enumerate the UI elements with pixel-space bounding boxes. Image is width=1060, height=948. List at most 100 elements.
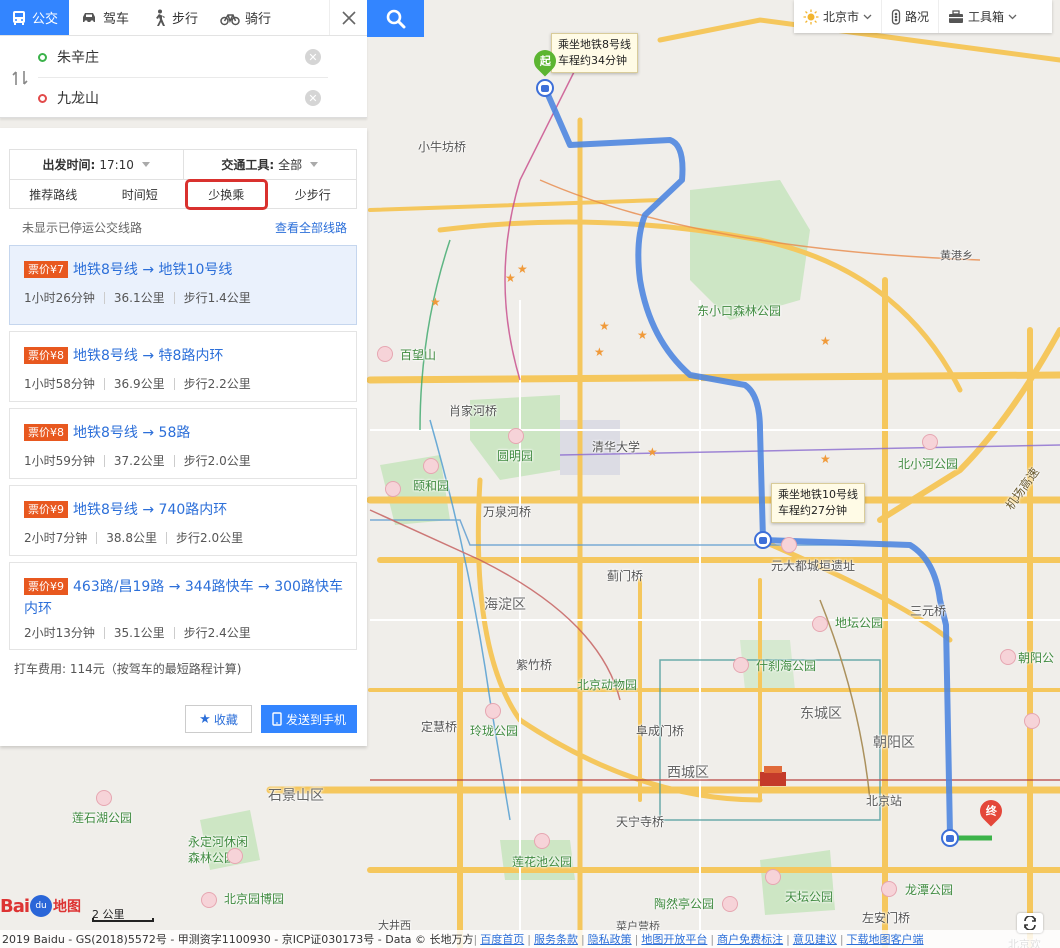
route-card[interactable]: 票价¥9 463路/昌19路 → 344路快车 → 300路快车内环 2小时13分… [9, 562, 357, 650]
link-feedback[interactable]: 意见建议 [793, 931, 837, 947]
mode-tab-bike[interactable]: 骑行 [209, 0, 282, 35]
clear-end-button[interactable]: ✕ [305, 90, 321, 106]
refresh-icon [1024, 916, 1036, 930]
link-merchant-tag[interactable]: 商户免费标注 [717, 931, 783, 947]
depart-time-select[interactable]: 出发时间: 17:10 [10, 150, 184, 179]
city-select[interactable]: 北京市 [794, 0, 881, 33]
logo-paw-icon: du [30, 895, 53, 917]
close-button[interactable] [329, 0, 367, 35]
copyright-text: 2019 Baidu - GS(2018)5572号 - 甲测资字1100930… [2, 933, 474, 946]
route-walk: 步行2.4公里 [183, 626, 251, 640]
close-icon [341, 10, 356, 25]
end-dot-icon [38, 93, 47, 103]
tab-less-walking[interactable]: 少步行 [270, 179, 357, 209]
route-card[interactable]: 票价¥9 地铁8号线 → 740路内环 2小时7分钟 38.8公里 步行2.0公里 [9, 485, 357, 556]
link-download-client[interactable]: 下载地图客户端 [847, 931, 924, 947]
search-icon [386, 9, 405, 28]
route-title: 地铁8号线 → 地铁10号线 [73, 262, 233, 278]
route-distance: 36.1公里 [113, 291, 165, 305]
tab-recommended[interactable]: 推荐路线 [10, 179, 97, 209]
toolbox-button[interactable]: 工具箱 [938, 0, 1026, 33]
route-results-panel: 出发时间: 17:10 交通工具: 全部 推荐路线 时间短 少换乘 少步行 未显… [0, 128, 367, 746]
link-privacy[interactable]: 隐私政策 [588, 931, 632, 947]
route-walk: 步行2.0公里 [176, 531, 244, 545]
sun-icon [803, 9, 819, 24]
fare-badge: 票价¥9 [24, 578, 68, 595]
tab-shortest-time[interactable]: 时间短 [97, 179, 184, 209]
route-title: 地铁8号线 → 58路 [73, 425, 191, 441]
clear-start-button[interactable]: ✕ [305, 49, 321, 65]
link-baidu-home[interactable]: 百度首页 [480, 931, 524, 947]
route-distance: 35.1公里 [113, 626, 165, 640]
transfer-callout-start: 乘坐地铁8号线 车程约34分钟 [551, 33, 638, 73]
start-field[interactable]: 朱辛庄 ✕ [38, 37, 335, 77]
link-terms[interactable]: 服务条款 [534, 931, 578, 947]
mode-tab-car[interactable]: 驾车 [69, 0, 140, 35]
route-walk: 步行1.4公里 [183, 291, 251, 305]
end-field[interactable]: 九龙山 ✕ [38, 78, 335, 118]
copyright-bar: 2019 Baidu - GS(2018)5572号 - 甲测资字1100930… [0, 930, 1060, 948]
bike-icon [220, 13, 240, 25]
car-icon [83, 12, 96, 24]
route-duration: 1小时26分钟 [24, 291, 95, 305]
route-walk: 步行2.0公里 [183, 454, 251, 468]
bus-icon [13, 10, 25, 25]
mode-label: 公交 [32, 12, 59, 27]
route-title: 地铁8号线 → 特8路内环 [73, 348, 224, 364]
route-card[interactable]: 票价¥7 地铁8号线 → 地铁10号线 1小时26分钟 36.1公里 步行1.4公里 [9, 245, 357, 325]
taxi-fare-note: 打车费用: 114元（按驾车的最短路程计算) [14, 662, 242, 676]
callout-line-2: 车程约34分钟 [558, 54, 627, 67]
depart-value: 17:10 [99, 157, 134, 172]
mode-tab-walk[interactable]: 步行 [140, 0, 209, 35]
favorite-label: 收藏 [213, 712, 238, 727]
link-open-platform[interactable]: 地图开放平台 [641, 931, 707, 947]
route-duration: 1小时59分钟 [24, 454, 95, 468]
route-card[interactable]: 票价¥8 地铁8号线 → 58路 1小时59分钟 37.2公里 步行2.0公里 [9, 408, 357, 479]
fare-badge: 票价¥7 [24, 261, 68, 278]
route-title: 地铁8号线 → 740路内环 [73, 502, 228, 518]
callout-line-2: 车程约27分钟 [778, 504, 847, 517]
transport-mode-bar: 公交 驾车 步行 骑行 [0, 0, 367, 36]
swap-button[interactable] [10, 70, 30, 86]
route-distance: 38.8公里 [106, 531, 158, 545]
mode-label: 步行 [172, 12, 199, 27]
chevron-down-icon [1008, 14, 1017, 19]
route-duration: 1小时58分钟 [24, 377, 95, 391]
traffic-light-icon [891, 8, 901, 25]
route-title: 463路/昌19路 → 344路快车 → 300路快车内环 [24, 579, 343, 617]
view-all-routes-link[interactable]: 查看全部线路 [275, 219, 347, 236]
chevron-down-icon [310, 162, 319, 167]
favorite-button[interactable]: ★ 收藏 [185, 705, 252, 733]
route-input-box: 朱辛庄 ✕ 九龙山 ✕ [0, 36, 367, 118]
route-card[interactable]: 票价¥8 地铁8号线 → 特8路内环 1小时58分钟 36.9公里 步行2.2公里 [9, 331, 357, 402]
map-toolbar: 北京市 路况 工具箱 [794, 0, 1052, 33]
depart-label: 出发时间: [42, 158, 96, 172]
fare-badge: 票价¥8 [24, 424, 68, 441]
route-duration: 2小时7分钟 [24, 531, 88, 545]
send-to-phone-button[interactable]: 发送到手机 [261, 705, 357, 733]
map-refresh-button[interactable] [1017, 913, 1043, 933]
vehicle-label: 交通工具: [221, 158, 275, 172]
subway-station-icon[interactable] [754, 531, 772, 549]
tab-fewer-transfers[interactable]: 少换乘 [183, 179, 270, 210]
baidu-map-logo: Bai du 地图 [0, 895, 81, 917]
callout-line-1: 乘坐地铁10号线 [778, 488, 858, 501]
phone-icon [272, 712, 282, 726]
vehicle-select[interactable]: 交通工具: 全部 [184, 150, 357, 179]
logo-suffix: 地图 [53, 899, 82, 915]
fare-badge: 票价¥9 [24, 501, 68, 518]
search-button[interactable] [367, 0, 424, 37]
subway-station-icon[interactable] [536, 79, 554, 97]
city-label: 北京市 [823, 10, 860, 24]
toolbox-icon [949, 9, 964, 23]
mode-label: 骑行 [245, 12, 272, 27]
traffic-button[interactable]: 路况 [881, 0, 938, 33]
vehicle-value: 全部 [278, 158, 303, 172]
mode-tab-bus[interactable]: 公交 [0, 0, 70, 35]
route-filters: 出发时间: 17:10 交通工具: 全部 推荐路线 时间短 少换乘 少步行 [9, 149, 357, 210]
subway-station-icon[interactable] [941, 829, 959, 847]
chevron-down-icon [863, 14, 872, 19]
walk-icon [156, 9, 166, 26]
notice-text: 未显示已停运公交线路 [22, 221, 143, 235]
chevron-down-icon [141, 162, 150, 167]
